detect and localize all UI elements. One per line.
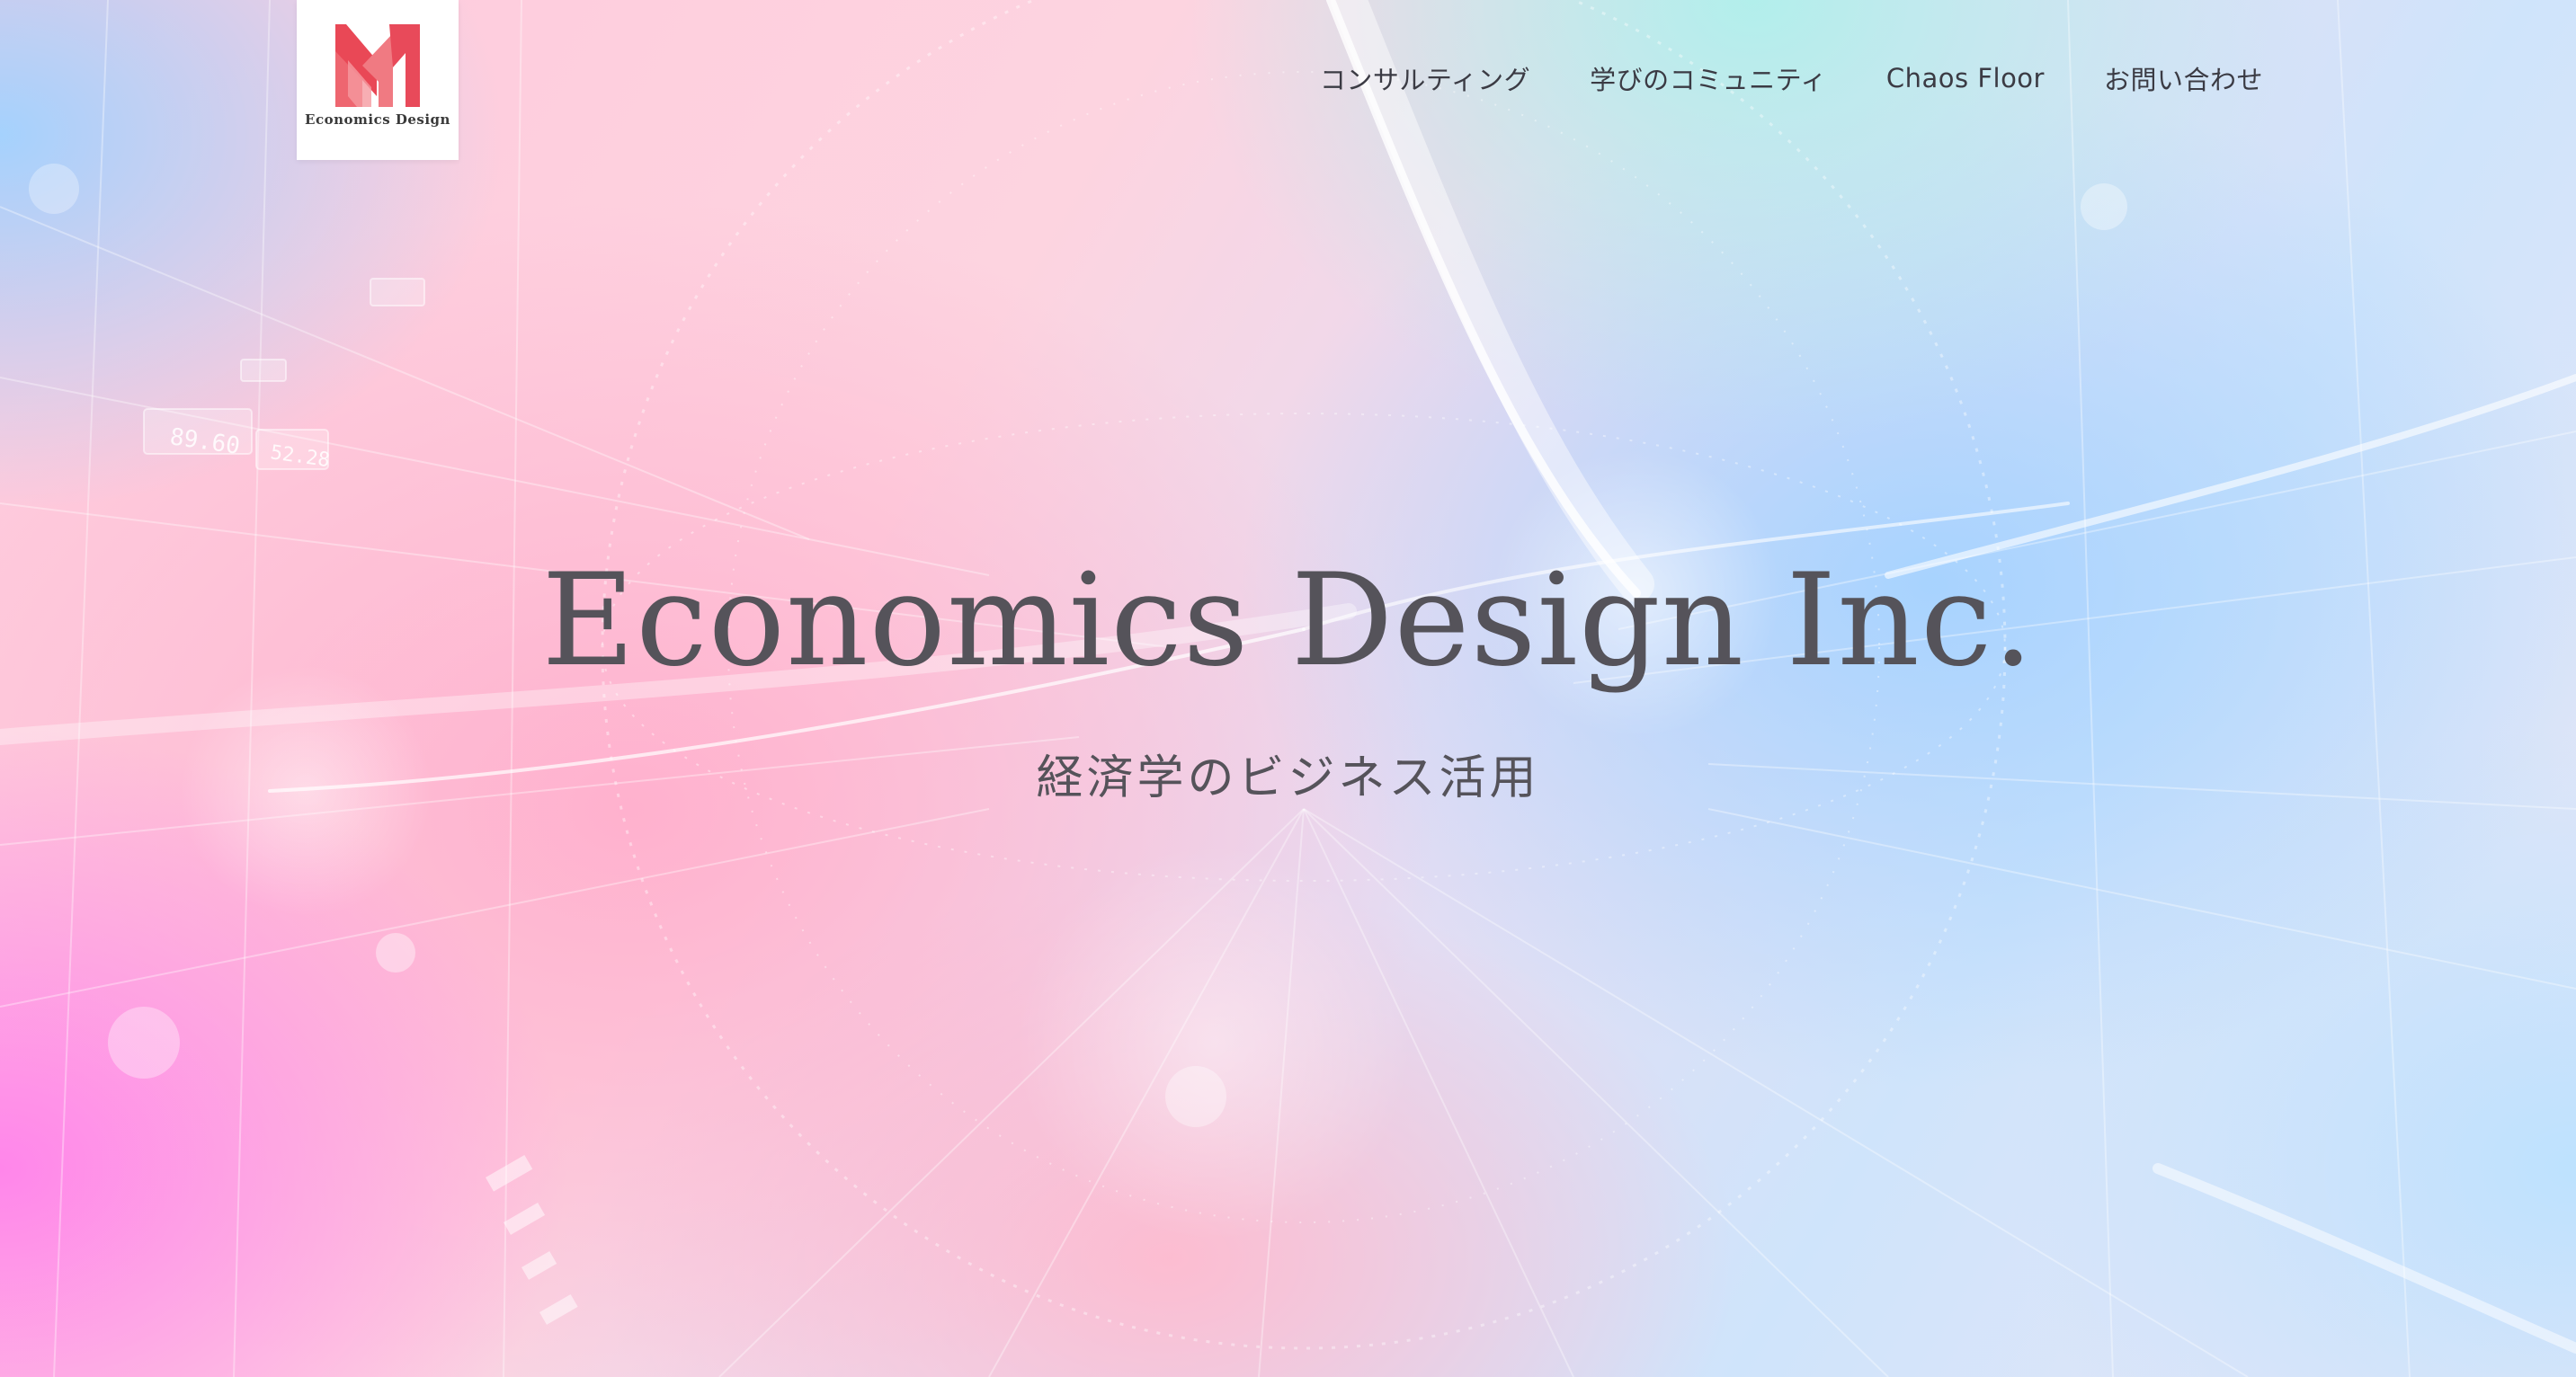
logo-text: Economics Design [305,111,450,128]
nav-item-consulting[interactable]: コンサルティング [1320,59,1530,97]
site-logo[interactable]: Economics Design [297,0,459,160]
economics-design-logo-icon [335,24,420,107]
hero-subtitle: 経済学のビジネス活用 [1036,751,1540,805]
nav-item-learning-community[interactable]: 学びのコミュニティ [1590,59,1827,97]
main-nav: コンサルティング 学びのコミュニティ Chaos Floor お問い合わせ [1320,59,2263,97]
nav-item-chaos-floor[interactable]: Chaos Floor [1886,63,2045,93]
hero-title: Economics Design Inc. [541,546,2035,695]
nav-item-contact[interactable]: お問い合わせ [2104,59,2263,97]
